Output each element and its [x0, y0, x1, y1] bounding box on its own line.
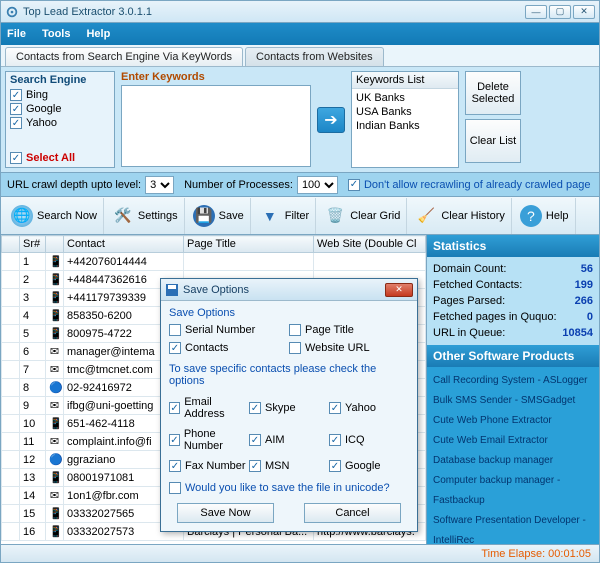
save-button[interactable]: 💾Save	[187, 198, 251, 234]
opt-email[interactable]: ✓Email Address	[169, 395, 249, 421]
opt-msn[interactable]: ✓MSN	[249, 459, 329, 473]
specific-contacts-label: To save specific contacts please check t…	[169, 361, 409, 391]
clear-list-button[interactable]: Clear List	[465, 119, 521, 163]
col-title[interactable]: Page Title	[184, 236, 314, 253]
filter-icon: ▼	[259, 205, 281, 227]
globe-icon: 🌐	[11, 205, 33, 227]
col-rowhead[interactable]	[2, 236, 20, 253]
toolbar: 🌐Search Now 🛠️Settings 💾Save ▼Filter 🗑️C…	[1, 197, 599, 235]
product-link[interactable]: Cute Web Email Extractor	[433, 431, 593, 451]
dialog-close-button[interactable]: ✕	[385, 283, 413, 297]
engine-yahoo[interactable]: ✓Yahoo	[10, 116, 110, 130]
delete-selected-button[interactable]: Delete Selected	[465, 71, 521, 115]
crawl-controls: URL crawl depth upto level: 3 Number of …	[1, 173, 599, 197]
save-options-section-label: Save Options	[169, 305, 409, 323]
proc-select[interactable]: 100	[297, 176, 338, 194]
depth-label: URL crawl depth upto level: 3	[7, 176, 174, 194]
proc-label: Number of Processes: 100	[184, 176, 338, 194]
menu-file[interactable]: File	[7, 28, 26, 40]
tab-websites[interactable]: Contacts from Websites	[245, 47, 384, 66]
opt-websiteurl[interactable]: Website URL	[289, 341, 409, 355]
menu-help[interactable]: Help	[86, 28, 110, 40]
search-now-button[interactable]: 🌐Search Now	[5, 198, 104, 234]
depth-select[interactable]: 3	[145, 176, 174, 194]
product-link[interactable]: Database backup manager	[433, 451, 593, 471]
col-contact[interactable]: Contact	[64, 236, 184, 253]
keywords-list-items: UK Banks USA Banks Indian Banks	[352, 89, 458, 135]
add-keyword-button[interactable]: ➔	[317, 107, 345, 133]
opt-aim[interactable]: ✓AIM	[249, 427, 329, 453]
keywords-textarea[interactable]	[121, 85, 311, 167]
keywords-list-header: Keywords List	[352, 72, 458, 89]
titlebar: Top Lead Extractor 3.0.1.1 — ▢ ✕	[1, 1, 599, 23]
maximize-button[interactable]: ▢	[549, 5, 571, 19]
app-icon	[5, 5, 19, 19]
keywords-entry: Enter Keywords	[121, 71, 311, 168]
window-title: Top Lead Extractor 3.0.1.1	[23, 6, 525, 18]
product-link[interactable]: Computer backup manager - Fastbackup	[433, 471, 593, 511]
engine-bing[interactable]: ✓Bing	[10, 88, 110, 102]
product-link[interactable]: Cute Web Phone Extractor	[433, 411, 593, 431]
clear-history-button[interactable]: 🧹Clear History	[409, 198, 512, 234]
product-link[interactable]: Call Recording System - ASLogger	[433, 371, 593, 391]
dialog-titlebar: Save Options ✕	[161, 279, 417, 301]
save-now-button[interactable]: Save Now	[177, 503, 274, 523]
help-button[interactable]: ?Help	[514, 198, 576, 234]
menu-tools[interactable]: Tools	[42, 28, 71, 40]
brush-icon: 🧹	[415, 205, 437, 227]
settings-button[interactable]: 🛠️Settings	[106, 198, 185, 234]
clear-grid-button[interactable]: 🗑️Clear Grid	[318, 198, 407, 234]
stats-panel: Domain Count:56 Fetched Contacts:199 Pag…	[427, 257, 599, 345]
table-row[interactable]: 1📱+442076014444	[2, 253, 426, 271]
col-site[interactable]: Web Site (Double Cl	[314, 236, 426, 253]
save-options-dialog: Save Options ✕ Save Options Serial Numbe…	[160, 278, 418, 532]
engine-groupbox: Search Engine ✓Bing ✓Google ✓Yahoo ✓Sele…	[5, 71, 115, 168]
opt-unicode[interactable]: Would you like to save the file in unico…	[169, 481, 409, 495]
opt-phone[interactable]: ✓Phone Number	[169, 427, 249, 453]
save-icon: 💾	[193, 205, 215, 227]
save-icon	[165, 283, 179, 297]
tabstrip: Contacts from Search Engine Via KeyWords…	[1, 45, 599, 67]
dialog-title: Save Options	[183, 284, 385, 296]
opt-yahoo[interactable]: ✓Yahoo	[329, 395, 409, 421]
opt-icq[interactable]: ✓ICQ	[329, 427, 409, 453]
opt-fax[interactable]: ✓Fax Number	[169, 459, 249, 473]
opt-serial[interactable]: Serial Number	[169, 323, 289, 337]
stats-header: Statistics	[427, 235, 599, 257]
opt-google[interactable]: ✓Google	[329, 459, 409, 473]
minimize-button[interactable]: —	[525, 5, 547, 19]
opt-pagetitle[interactable]: Page Title	[289, 323, 409, 337]
engine-header: Search Engine	[10, 74, 110, 88]
recrawl-checkbox[interactable]: ✓Don't allow recrawling of already crawl…	[348, 178, 591, 192]
search-panel: Search Engine ✓Bing ✓Google ✓Yahoo ✓Sele…	[1, 67, 599, 173]
filter-button[interactable]: ▼Filter	[253, 198, 316, 234]
time-elapse: Time Elapse: 00:01:05	[481, 548, 591, 560]
close-button[interactable]: ✕	[573, 5, 595, 19]
engine-google[interactable]: ✓Google	[10, 102, 110, 116]
enter-keywords-label: Enter Keywords	[121, 71, 311, 85]
sidebar: Statistics Domain Count:56 Fetched Conta…	[427, 235, 599, 544]
keywords-list[interactable]: Keywords List UK Banks USA Banks Indian …	[351, 71, 459, 168]
menubar: File Tools Help	[1, 23, 599, 45]
tools-icon: 🛠️	[112, 205, 134, 227]
products-list: Call Recording System - ASLoggerBulk SMS…	[427, 367, 599, 555]
opt-skype[interactable]: ✓Skype	[249, 395, 329, 421]
trash-icon: 🗑️	[324, 205, 346, 227]
statusbar: Time Elapse: 00:01:05	[1, 544, 599, 562]
product-link[interactable]: Bulk SMS Sender - SMSGadget	[433, 391, 593, 411]
cancel-button[interactable]: Cancel	[304, 503, 401, 523]
products-header: Other Software Products	[427, 345, 599, 367]
engine-select-all[interactable]: ✓Select All	[10, 151, 110, 165]
opt-contacts[interactable]: ✓Contacts	[169, 341, 289, 355]
tab-search-engine[interactable]: Contacts from Search Engine Via KeyWords	[5, 47, 243, 66]
help-icon: ?	[520, 205, 542, 227]
col-sr[interactable]: Sr#	[20, 236, 46, 253]
